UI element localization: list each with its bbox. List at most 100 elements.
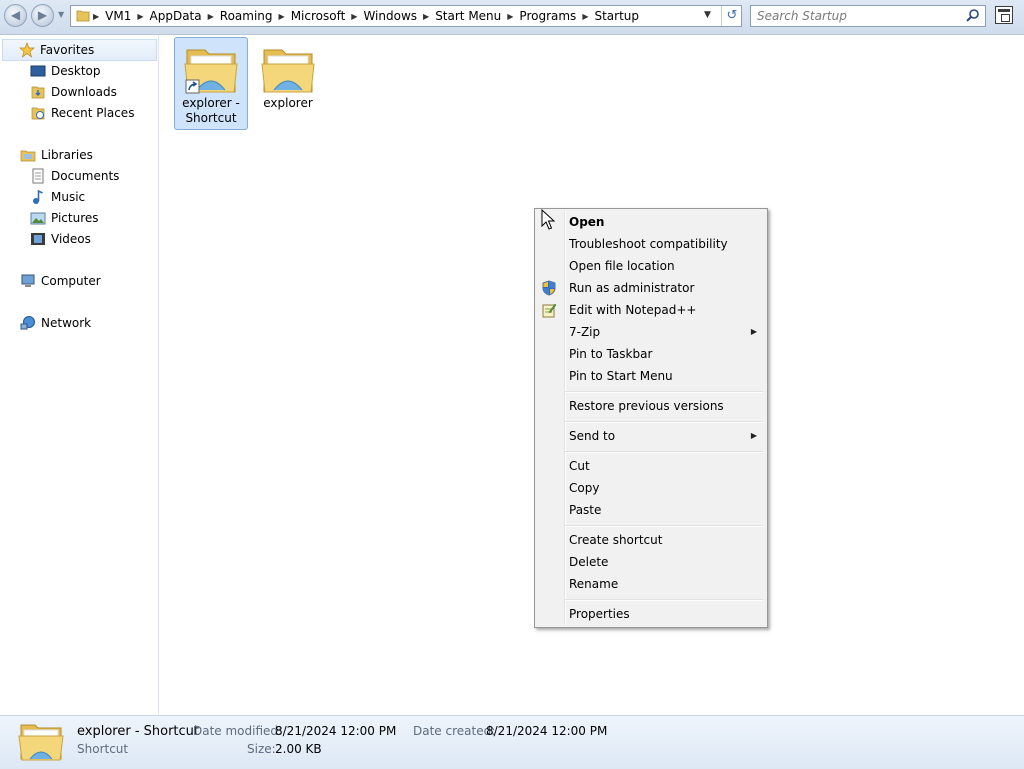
menu-separator: [565, 525, 763, 527]
nav-documents[interactable]: Documents: [30, 166, 119, 186]
menu-item-open-file-location[interactable]: Open file location: [537, 255, 765, 277]
refresh-icon[interactable]: ↺: [721, 6, 742, 26]
file-item-explorer[interactable]: explorer: [251, 37, 325, 117]
menu-separator: [565, 391, 763, 393]
menu-item-label: Run as administrator: [569, 281, 695, 295]
navigation-pane: Favorites Desktop Downloads Recent Place…: [0, 35, 159, 715]
menu-item-edit-with-notepadpp[interactable]: Edit with Notepad++: [537, 299, 765, 321]
details-modified-value: 8/21/2024 12:00 PM: [275, 724, 397, 738]
menu-item-cut[interactable]: Cut: [537, 455, 765, 477]
menu-item-run-as-administrator[interactable]: Run as administrator: [537, 277, 765, 299]
search-icon[interactable]: [965, 8, 981, 24]
uac-shield-icon: [542, 280, 556, 296]
folder-shortcut-icon: [18, 724, 64, 761]
nav-favorites-label: Favorites: [40, 43, 95, 57]
details-size-label: Size:: [247, 742, 276, 756]
submenu-arrow-icon: ▶: [750, 327, 757, 336]
nav-videos[interactable]: Videos: [30, 229, 91, 249]
breadcrumb-vm1[interactable]: VM1: [99, 9, 137, 23]
nav-documents-label: Documents: [51, 169, 120, 183]
menu-item-label: Open: [569, 215, 605, 229]
context-menu: Open Troubleshoot compatibility Open fil…: [534, 208, 768, 628]
menu-item-rename[interactable]: Rename: [537, 573, 765, 595]
search-input[interactable]: [751, 6, 973, 26]
menu-item-pin-to-start-menu[interactable]: Pin to Start Menu: [537, 365, 765, 387]
menu-item-label: Paste: [569, 503, 602, 517]
nav-network[interactable]: Network: [20, 313, 91, 333]
forward-button[interactable]: ▶: [31, 4, 54, 27]
videos-icon: [31, 233, 45, 245]
breadcrumb-windows[interactable]: Windows: [357, 9, 423, 23]
menu-item-label: Restore previous versions: [569, 399, 724, 413]
menu-item-properties[interactable]: Properties: [537, 603, 765, 625]
nav-videos-label: Videos: [51, 232, 91, 246]
menu-item-delete[interactable]: Delete: [537, 551, 765, 573]
address-bar[interactable]: ▶ VM1 ▶ AppData ▶ Roaming ▶ Microsoft ▶ …: [70, 5, 742, 27]
recent-pages-dropdown-icon[interactable]: ▼: [58, 10, 64, 19]
menu-item-create-shortcut[interactable]: Create shortcut: [537, 529, 765, 551]
nav-recent-places-label: Recent Places: [51, 106, 135, 120]
menu-item-label: Pin to Taskbar: [569, 347, 653, 361]
mouse-cursor-icon: [541, 209, 556, 230]
details-file-name: explorer - Shortcut: [77, 724, 200, 739]
nav-recent-places[interactable]: Recent Places: [30, 103, 134, 123]
breadcrumb-roaming[interactable]: Roaming: [214, 9, 279, 23]
menu-separator: [565, 451, 763, 453]
nav-music[interactable]: Music: [30, 187, 85, 207]
nav-computer-label: Computer: [41, 274, 101, 288]
nav-network-label: Network: [41, 316, 92, 330]
breadcrumb-startup[interactable]: Startup: [588, 9, 645, 23]
menu-separator: [565, 421, 763, 423]
breadcrumb: ▶ VM1 ▶ AppData ▶ Roaming ▶ Microsoft ▶ …: [93, 6, 645, 26]
details-created-label: Date created:: [413, 724, 496, 738]
nav-downloads-label: Downloads: [51, 85, 117, 99]
file-label-line2: Shortcut: [185, 111, 237, 125]
breadcrumb-start-menu[interactable]: Start Menu: [429, 9, 507, 23]
menu-item-label: Copy: [569, 481, 600, 495]
back-button[interactable]: ◀: [4, 4, 27, 27]
file-label-line1: explorer -: [182, 96, 240, 110]
menu-item-label: Edit with Notepad++: [569, 303, 697, 317]
music-icon: [33, 189, 43, 204]
details-pane: explorer - Shortcut Shortcut Date modifi…: [0, 715, 1024, 769]
menu-item-label: Troubleshoot compatibility: [569, 237, 728, 251]
folder-shortcut-icon: [184, 49, 238, 94]
address-dropdown-icon[interactable]: ▼: [704, 10, 711, 20]
menu-item-label: Properties: [569, 607, 630, 621]
file-item-explorer-shortcut[interactable]: explorer - Shortcut: [174, 37, 248, 130]
menu-item-send-to[interactable]: Send to ▶: [537, 425, 765, 447]
menu-item-pin-to-taskbar[interactable]: Pin to Taskbar: [537, 343, 765, 365]
menu-item-troubleshoot-compatibility[interactable]: Troubleshoot compatibility: [537, 233, 765, 255]
menu-item-label: 7-Zip: [569, 325, 601, 339]
nav-pictures[interactable]: Pictures: [30, 208, 99, 228]
details-file-type: Shortcut: [77, 742, 129, 756]
nav-libraries[interactable]: Libraries: [20, 145, 93, 165]
nav-computer[interactable]: Computer: [20, 271, 101, 291]
nav-downloads[interactable]: Downloads: [30, 82, 117, 102]
nav-favorites[interactable]: Favorites: [2, 39, 157, 61]
search-box[interactable]: [750, 5, 986, 27]
downloads-icon: [31, 86, 45, 99]
breadcrumb-microsoft[interactable]: Microsoft: [285, 9, 352, 23]
nav-desktop[interactable]: Desktop: [30, 61, 101, 81]
breadcrumb-programs[interactable]: Programs: [513, 9, 582, 23]
menu-item-open[interactable]: Open: [537, 211, 765, 233]
menu-item-7zip[interactable]: 7-Zip ▶: [537, 321, 765, 343]
computer-icon: [21, 274, 35, 287]
menu-item-restore-previous-versions[interactable]: Restore previous versions: [537, 395, 765, 417]
preview-pane-icon[interactable]: [995, 6, 1013, 24]
details-created-value: 8/21/2024 12:00 PM: [486, 724, 608, 738]
desktop-icon: [30, 65, 46, 77]
menu-item-label: Open file location: [569, 259, 675, 273]
menu-item-label: Create shortcut: [569, 533, 663, 547]
nav-music-label: Music: [51, 190, 86, 204]
navigation-toolbar: ◀ ▶ ▼ ▶ VM1 ▶ AppData ▶ Roaming ▶ Micros…: [0, 0, 1024, 35]
pictures-icon: [30, 212, 46, 225]
breadcrumb-appdata[interactable]: AppData: [144, 9, 208, 23]
star-icon: [19, 42, 35, 58]
details-size-value: 2.00 KB: [275, 742, 322, 756]
menu-item-paste[interactable]: Paste: [537, 499, 765, 521]
menu-item-copy[interactable]: Copy: [537, 477, 765, 499]
menu-item-label: Delete: [569, 555, 609, 569]
documents-icon: [32, 168, 44, 184]
